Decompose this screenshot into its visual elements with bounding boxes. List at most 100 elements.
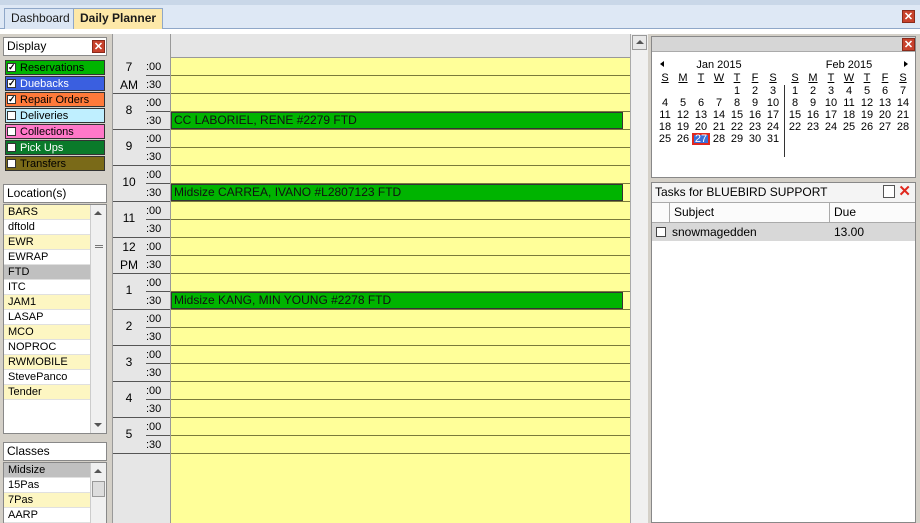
delete-task-icon[interactable]: ✕ [898, 183, 911, 201]
time-slot[interactable] [171, 256, 630, 274]
calendar-day[interactable]: 3 [764, 85, 782, 97]
time-slot[interactable] [171, 328, 630, 346]
time-slot[interactable] [171, 382, 630, 400]
calendar-day[interactable]: 11 [840, 97, 858, 109]
time-slot[interactable] [171, 166, 630, 184]
calendar-day[interactable]: 17 [822, 109, 840, 121]
calendar-day[interactable]: 8 [786, 97, 804, 109]
calendar-day[interactable]: 30 [746, 133, 764, 145]
scroll-up-button[interactable] [632, 35, 647, 50]
calendar-day[interactable]: 2 [746, 85, 764, 97]
calendar-day[interactable]: 29 [728, 133, 746, 145]
calendar-day[interactable]: 4 [656, 97, 674, 109]
calendar-day[interactable]: 28 [894, 121, 912, 133]
calendar-day[interactable]: 12 [674, 109, 692, 121]
calendar-day[interactable]: 11 [656, 109, 674, 121]
calendar-day[interactable]: 22 [786, 121, 804, 133]
calendar-day[interactable]: 10 [822, 97, 840, 109]
classes-scrollbar[interactable] [90, 463, 106, 523]
calendar-day[interactable]: 3 [822, 85, 840, 97]
subject-column-header[interactable]: Subject [670, 203, 830, 222]
time-slot[interactable] [171, 94, 630, 112]
display-item-checkbox[interactable] [7, 127, 16, 136]
calendar-day[interactable]: 19 [674, 121, 692, 133]
display-item-checkbox[interactable] [7, 111, 16, 120]
calendar-day[interactable]: 27 [692, 133, 710, 145]
time-slot[interactable] [171, 274, 630, 292]
display-item-checkbox[interactable]: ✓ [7, 63, 16, 72]
calendar-day[interactable]: 9 [746, 97, 764, 109]
time-slot[interactable] [171, 346, 630, 364]
scroll-down-icon[interactable] [94, 423, 102, 427]
calendar-day[interactable]: 20 [876, 109, 894, 121]
display-item-reservations[interactable]: ✓ Reservations [5, 60, 105, 75]
time-slot[interactable] [171, 400, 630, 418]
calendar-day[interactable]: 20 [692, 121, 710, 133]
calendar-day[interactable]: 7 [894, 85, 912, 97]
time-slot[interactable] [171, 238, 630, 256]
tab-dashboard[interactable]: Dashboard [4, 8, 77, 29]
scroll-up-icon[interactable] [94, 469, 102, 473]
time-slot[interactable] [171, 418, 630, 436]
time-slot[interactable] [171, 148, 630, 166]
calendar-day[interactable]: 6 [876, 85, 894, 97]
calendar-day[interactable]: 15 [728, 109, 746, 121]
calendar-day[interactable]: 1 [728, 85, 746, 97]
calendar-day[interactable]: 15 [786, 109, 804, 121]
scroll-grip-icon[interactable] [95, 245, 103, 248]
time-slot[interactable] [171, 76, 630, 94]
display-item-checkbox[interactable] [7, 159, 16, 168]
display-item-checkbox[interactable]: ✓ [7, 79, 16, 88]
calendar-day[interactable]: 9 [804, 97, 822, 109]
calendar-day[interactable]: 13 [692, 109, 710, 121]
schedule-scrollbar[interactable] [630, 34, 648, 523]
time-slot[interactable] [171, 202, 630, 220]
calendar-close-icon[interactable]: ✕ [902, 38, 915, 51]
calendar-day[interactable]: 25 [840, 121, 858, 133]
calendar-day[interactable]: 5 [858, 85, 876, 97]
calendar-day[interactable]: 26 [858, 121, 876, 133]
calendar-day[interactable]: 26 [674, 133, 692, 145]
appointment-block[interactable]: Midsize KANG, MIN YOUNG #2278 FTD [171, 292, 623, 309]
calendar-day[interactable]: 8 [728, 97, 746, 109]
calendar-day[interactable]: 6 [692, 97, 710, 109]
time-slot[interactable] [171, 310, 630, 328]
display-item-collections[interactable]: Collections [5, 124, 105, 139]
display-panel-close-icon[interactable]: ✕ [92, 40, 105, 53]
calendar-day[interactable]: 25 [656, 133, 674, 145]
calendar-day[interactable]: 1 [786, 85, 804, 97]
locations-scrollbar[interactable] [90, 205, 106, 433]
display-item-checkbox[interactable]: ✓ [7, 95, 16, 104]
task-row[interactable]: snowmagedden 13.00 [652, 223, 915, 241]
time-slot[interactable] [171, 130, 630, 148]
due-column-header[interactable]: Due [830, 203, 915, 222]
calendar-day[interactable]: 16 [746, 109, 764, 121]
display-item-pick-ups[interactable]: Pick Ups [5, 140, 105, 155]
calendar-day[interactable]: 13 [876, 97, 894, 109]
calendar-day[interactable]: 21 [894, 109, 912, 121]
display-item-checkbox[interactable] [7, 143, 16, 152]
close-tab-icon[interactable]: ✕ [902, 10, 915, 23]
calendar-day[interactable]: 23 [804, 121, 822, 133]
time-slot[interactable] [171, 220, 630, 238]
time-slot[interactable] [171, 364, 630, 382]
calendar-day[interactable]: 28 [710, 133, 728, 145]
tab-daily-planner[interactable]: Daily Planner [73, 8, 164, 29]
calendar-day[interactable]: 10 [764, 97, 782, 109]
display-item-repair-orders[interactable]: ✓ Repair Orders [5, 92, 105, 107]
new-task-icon[interactable] [883, 185, 895, 198]
calendar-day[interactable]: 24 [822, 121, 840, 133]
calendar-day[interactable]: 16 [804, 109, 822, 121]
task-checkbox[interactable] [656, 227, 666, 237]
appointment-block[interactable]: Midsize CARREA, IVANO #L2807123 FTD [171, 184, 623, 201]
scroll-thumb[interactable] [92, 481, 105, 497]
calendar-day[interactable]: 19 [858, 109, 876, 121]
calendar-day[interactable]: 24 [764, 121, 782, 133]
locations-list[interactable]: BARS dftold EWR EWRAP FTD ITC JAM1 LASAP MCO NOPR… [3, 204, 107, 434]
time-slot[interactable] [171, 436, 630, 454]
display-item-transfers[interactable]: Transfers [5, 156, 105, 171]
calendar-day[interactable]: 22 [728, 121, 746, 133]
display-item-duebacks[interactable]: ✓ Duebacks [5, 76, 105, 91]
calendar-day[interactable]: 5 [674, 97, 692, 109]
calendar-day[interactable]: 17 [764, 109, 782, 121]
